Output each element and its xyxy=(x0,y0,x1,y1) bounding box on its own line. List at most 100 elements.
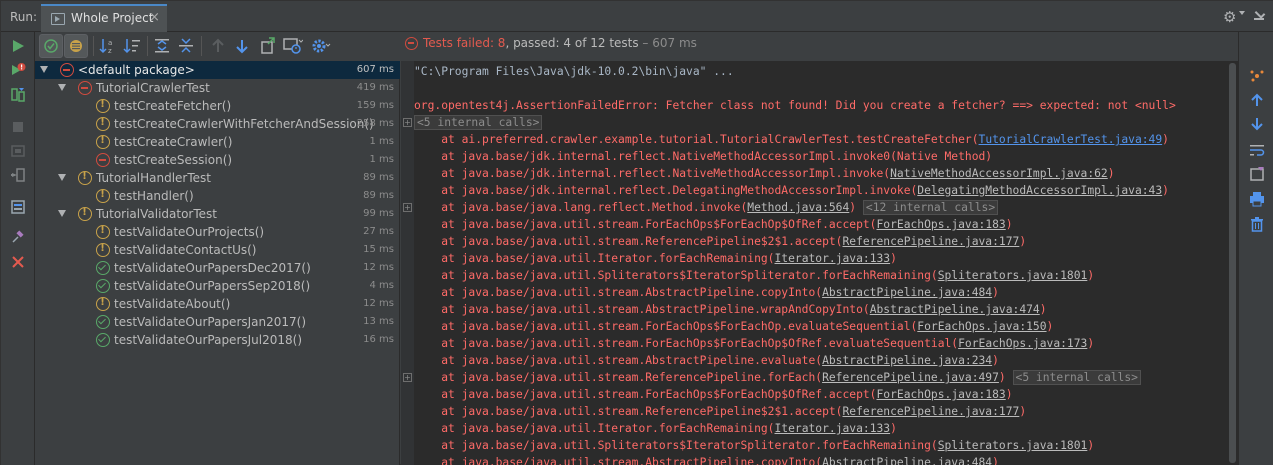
tree-row[interactable]: testValidateAbout() 12 ms xyxy=(35,295,400,313)
next-failed-icon[interactable] xyxy=(231,35,253,57)
source-link[interactable]: AbstractPipeline.java:234 xyxy=(822,354,992,367)
layout-icon[interactable] xyxy=(1249,68,1265,84)
source-link[interactable]: ForEachOps.java:183 xyxy=(877,388,1006,401)
expand-fold-icon[interactable]: + xyxy=(403,373,412,382)
tree-row[interactable]: testValidateOurPapersDec2017() 12 ms xyxy=(35,259,400,277)
console-line: at java.base/java.util.stream.ForEachOps… xyxy=(414,318,1224,335)
toggle-auto-test-icon[interactable] xyxy=(10,87,26,103)
console-line: "C:\Program Files\Java\jdk-10.0.2\bin\ja… xyxy=(414,65,734,78)
show-ignored-button[interactable] xyxy=(64,34,88,58)
hide-icon[interactable] xyxy=(1254,8,1264,21)
stop-icon[interactable] xyxy=(10,119,26,135)
tree-row[interactable]: <default package> 607 ms xyxy=(35,61,400,79)
print-icon[interactable] xyxy=(1249,191,1265,207)
source-link[interactable]: NativeMethodAccessorImpl.java:62 xyxy=(890,167,1108,180)
tree-row[interactable]: testCreateSession() 1 ms xyxy=(35,151,400,169)
settings-icon[interactable] xyxy=(309,35,331,57)
stack-frame-text: at java.base/java.util.stream.ReferenceP… xyxy=(414,371,823,384)
expand-fold-icon[interactable]: + xyxy=(403,118,412,127)
source-link[interactable]: Spliterators.java:1801 xyxy=(938,439,1088,452)
rerun-failed-icon[interactable] xyxy=(10,62,26,78)
tree-row[interactable]: testValidateOurPapersJul2018() 16 ms xyxy=(35,331,400,349)
tree-row[interactable]: testValidateContactUs() 15 ms xyxy=(35,241,400,259)
sort-duration-icon[interactable] xyxy=(121,35,143,57)
pin-icon[interactable] xyxy=(10,229,26,245)
soft-wrap-icon[interactable] xyxy=(1249,142,1265,158)
test-duration: 1 ms xyxy=(369,154,395,165)
tree-row[interactable]: testCreateCrawlerWithFetcherAndSession()… xyxy=(35,115,400,133)
source-link[interactable]: DelegatingMethodAccessorImpl.java:43 xyxy=(917,184,1162,197)
chevron-down-icon[interactable] xyxy=(58,174,66,181)
console-line: at ai.preferred.crawler.example.tutorial… xyxy=(414,131,1224,148)
source-link[interactable]: Iterator.java:133 xyxy=(774,252,890,265)
source-link[interactable]: Method.java:564 xyxy=(747,201,849,214)
tree-row[interactable]: testCreateFetcher() 159 ms xyxy=(35,97,400,115)
tree-row[interactable]: TutorialHandlerTest 89 ms xyxy=(35,169,400,187)
exit-icon[interactable] xyxy=(10,143,26,159)
tree-row[interactable]: testValidateOurPapersSep2018() 4 ms xyxy=(35,277,400,295)
rerun-icon[interactable] xyxy=(10,38,26,54)
left-toolbar xyxy=(1,32,35,465)
source-link[interactable]: AbstractPipeline.java:474 xyxy=(870,303,1040,316)
test-name: TutorialHandlerTest xyxy=(96,171,211,185)
chevron-down-icon[interactable] xyxy=(1239,11,1245,15)
chevron-down-icon[interactable] xyxy=(58,210,66,217)
source-link[interactable]: ReferencePipeline.java:177 xyxy=(842,405,1019,418)
down-arrow-icon[interactable] xyxy=(1249,116,1265,132)
warning-icon xyxy=(96,133,110,149)
prev-failed-icon[interactable] xyxy=(207,35,229,57)
scroll-to-end-icon[interactable] xyxy=(1249,166,1265,182)
stack-frame-text: ) xyxy=(1087,269,1095,282)
chevron-down-icon[interactable] xyxy=(40,66,48,73)
tree-row[interactable]: testValidateOurPapersJan2017() 13 ms xyxy=(35,313,400,331)
tree-row[interactable]: TutorialCrawlerTest 419 ms xyxy=(35,79,400,97)
chevron-down-icon[interactable] xyxy=(58,84,66,91)
up-arrow-icon[interactable] xyxy=(1249,92,1265,108)
source-link[interactable]: ForEachOps.java:150 xyxy=(917,320,1046,333)
close-tab-icon[interactable]: × xyxy=(149,10,160,25)
console-output[interactable]: "C:\Program Files\Java\jdk-10.0.2\bin\ja… xyxy=(401,61,1238,465)
tree-row[interactable]: testHandler() 89 ms xyxy=(35,187,400,205)
source-link[interactable]: ForEachOps.java:173 xyxy=(958,337,1087,350)
source-link[interactable]: ReferencePipeline.java:177 xyxy=(842,235,1019,248)
test-tree[interactable]: <default package> 607 ms TutorialCrawlerTe… xyxy=(35,61,400,465)
stack-frame-text: at java.base/java.util.stream.AbstractPi… xyxy=(414,354,823,367)
console-line: at java.base/java.util.stream.ForEachOps… xyxy=(414,335,1224,352)
expand-fold-icon[interactable]: + xyxy=(403,203,412,212)
test-duration: 419 ms xyxy=(356,82,394,93)
close-icon[interactable] xyxy=(10,254,26,270)
tree-row[interactable]: testCreateCrawler() 1 ms xyxy=(35,133,400,151)
gear-icon[interactable]: ⚙ xyxy=(1223,8,1236,26)
history-icon[interactable] xyxy=(281,35,303,57)
tree-row[interactable]: testValidateOurProjects() 27 ms xyxy=(35,223,400,241)
console-header: Tests failed: 8, passed: 4 of 12 tests –… xyxy=(401,32,1238,61)
collapse-all-icon[interactable] xyxy=(175,35,197,57)
source-link[interactable]: TutorialCrawlerTest.java:49 xyxy=(979,133,1163,146)
tree-row[interactable]: TutorialValidatorTest 99 ms xyxy=(35,205,400,223)
stack-frame-text: ) xyxy=(998,371,1013,384)
source-link[interactable]: Spliterators.java:1801 xyxy=(938,269,1088,282)
source-link[interactable]: AbstractPipeline.java:484 xyxy=(822,286,992,299)
tab-whole-project[interactable]: Whole Project × xyxy=(41,4,167,32)
test-duration: 159 ms xyxy=(356,100,394,111)
test-duration: 1 ms xyxy=(369,136,395,147)
expand-all-icon[interactable] xyxy=(151,35,173,57)
source-link[interactable]: ReferencePipeline.java:497 xyxy=(822,371,999,384)
source-link[interactable]: ForEachOps.java:183 xyxy=(877,218,1006,231)
vertical-scrollbar[interactable] xyxy=(1226,61,1238,465)
stack-frame-text: ) xyxy=(1039,303,1047,316)
internal-calls-fold[interactable]: <5 internal calls> xyxy=(1012,370,1141,385)
internal-calls-fold[interactable]: <12 internal calls> xyxy=(862,200,999,215)
export-icon[interactable] xyxy=(257,35,279,57)
source-link[interactable]: AbstractPipeline.java:484 xyxy=(822,456,992,465)
show-passed-button[interactable] xyxy=(39,34,63,58)
layout-icon[interactable] xyxy=(10,199,26,215)
import-test-icon[interactable] xyxy=(10,167,26,183)
trash-icon[interactable] xyxy=(1249,216,1265,232)
warning-icon xyxy=(78,205,92,221)
source-link[interactable]: Iterator.java:133 xyxy=(774,422,890,435)
internal-calls-fold[interactable]: <5 internal calls> xyxy=(414,115,543,130)
scrollbar-thumb[interactable] xyxy=(1229,63,1236,463)
sort-alpha-icon[interactable]: az xyxy=(97,35,119,57)
